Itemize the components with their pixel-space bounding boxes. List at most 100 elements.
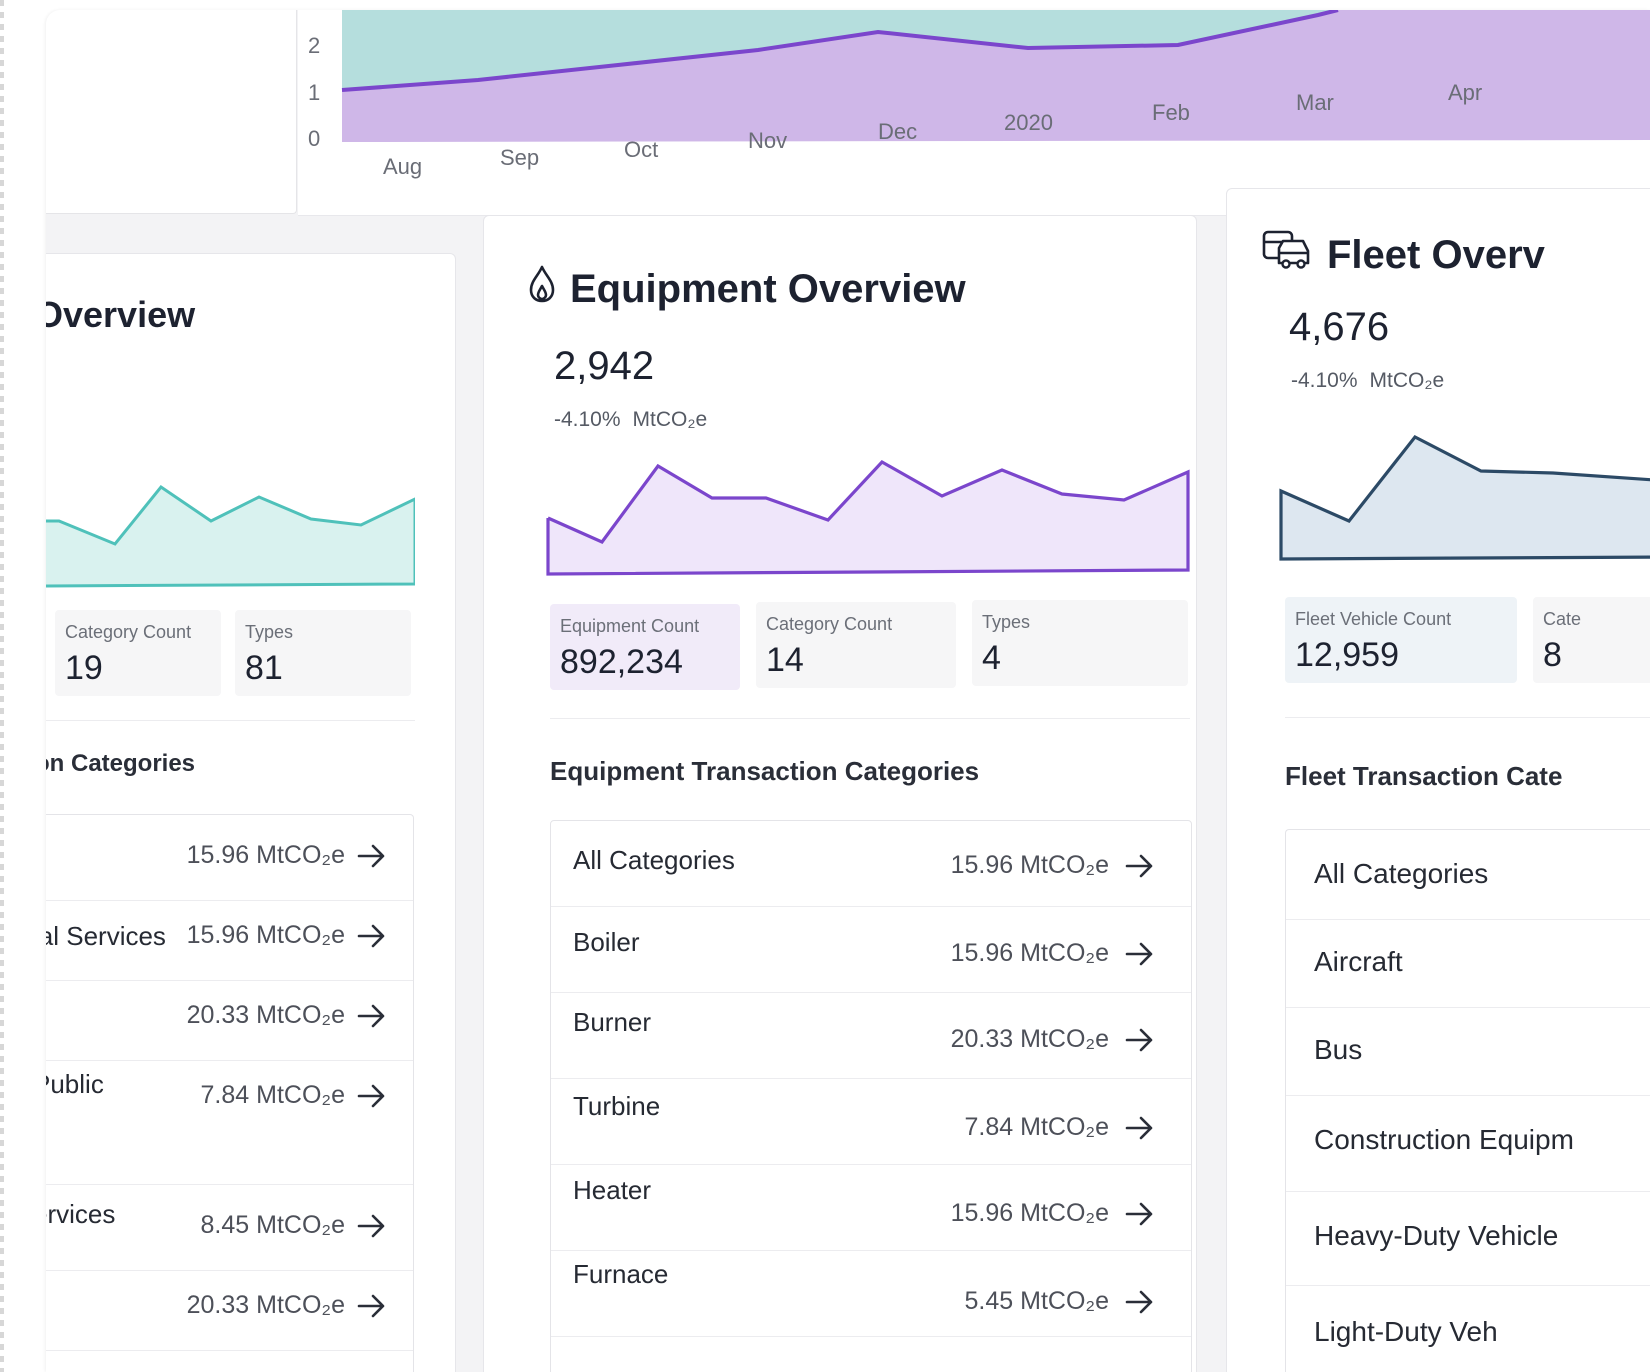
- stat-fleet-vehicle-count: Fleet Vehicle Count 12,959: [1285, 597, 1517, 683]
- fleet-sparkline: [1279, 434, 1650, 561]
- left-row-4[interactable]: Public 7.84 MtCO₂e: [46, 1055, 413, 1185]
- left-overview-card: Overview Category Count 19 Types 81 on C…: [46, 253, 456, 1372]
- equipment-row-turbine-amount: 7.84 MtCO₂e: [964, 1113, 1109, 1141]
- equipment-row-all-categories[interactable]: All Categories 15.96 MtCO₂e: [551, 821, 1191, 907]
- equipment-card-title: Equipment Overview: [528, 264, 966, 314]
- equipment-card-title-text: Equipment Overview: [570, 266, 966, 311]
- left-section-title: on Categories: [46, 750, 196, 777]
- fleet-row-all-categories[interactable]: All Categories: [1286, 830, 1650, 920]
- fleet-unit: MtCO₂e: [1369, 369, 1445, 392]
- fleet-card-title-text: Fleet Overv: [1327, 232, 1545, 277]
- arrow-right-icon[interactable]: [1125, 941, 1155, 967]
- left-row-5-name: ervices: [46, 1199, 116, 1229]
- y-tick-2: 2: [308, 33, 320, 58]
- x-tick-sep: Sep: [500, 145, 539, 170]
- fleet-delta: -4.10%: [1291, 369, 1358, 392]
- left-stat-category-count-value: 19: [65, 649, 103, 687]
- vehicles-icon: [1261, 229, 1313, 281]
- left-row-4-name: Public: [46, 1069, 104, 1099]
- equipment-row-heater-name: Heater: [573, 1175, 652, 1205]
- left-stat-types-label: Types: [245, 622, 294, 642]
- fleet-row-all-categories-name: All Categories: [1314, 858, 1489, 889]
- left-row-6[interactable]: 20.33 MtCO₂e: [46, 1265, 413, 1351]
- emissions-area-chart: 2 1 0 Aug Sep Oct Nov Dec 2020 Feb Mar A…: [298, 10, 1650, 216]
- equipment-row-all-categories-name: All Categories: [573, 845, 735, 875]
- arrow-right-icon[interactable]: [1125, 1115, 1155, 1141]
- stat-fleet-category-count-label: Cate: [1543, 609, 1582, 629]
- equipment-section-title: Equipment Transaction Categories: [550, 756, 980, 786]
- arrow-right-icon[interactable]: [1125, 1289, 1155, 1315]
- equipment-row-burner-name: Burner: [573, 1007, 652, 1037]
- page-edge: [0, 0, 4, 1372]
- y-tick-1: 1: [308, 80, 320, 105]
- fleet-total: 4,676: [1289, 305, 1390, 349]
- dashboard: 2 1 0 Aug Sep Oct Nov Dec 2020 Feb Mar A…: [46, 10, 1650, 1372]
- left-card-title-text: Overview: [46, 294, 196, 335]
- fleet-divider: [1285, 717, 1650, 718]
- x-tick-mar: Mar: [1296, 90, 1334, 115]
- stat-equipment-types-value: 4: [982, 639, 1001, 677]
- fleet-sparkline-area: [1281, 437, 1650, 559]
- equipment-row-turbine-name: Turbine: [573, 1091, 661, 1121]
- left-stat-types-value: 81: [245, 649, 283, 687]
- equipment-divider: [550, 718, 1190, 719]
- equipment-row-furnace-amount: 5.45 MtCO₂e: [964, 1287, 1109, 1315]
- equipment-row-heater[interactable]: Heater 15.96 MtCO₂e: [551, 1165, 1191, 1251]
- left-row-5[interactable]: ervices 8.45 MtCO₂e: [46, 1185, 413, 1271]
- x-tick-feb: Feb: [1152, 100, 1190, 125]
- stat-fleet-category-count-value: 8: [1543, 636, 1562, 674]
- equipment-unit: MtCO₂e: [632, 408, 708, 431]
- fleet-row-heavy-duty-vehicle[interactable]: Heavy-Duty Vehicle: [1286, 1192, 1650, 1286]
- x-tick-2020: 2020: [1004, 110, 1053, 135]
- left-category-list: 15.96 MtCO₂e ial Services 15.96 MtCO₂e 2…: [46, 814, 414, 1372]
- stat-equipment-types: Types 4: [972, 600, 1188, 686]
- left-sparkline-area: [46, 487, 415, 586]
- left-row-2[interactable]: ial Services 15.96 MtCO₂e: [46, 895, 413, 981]
- equipment-delta-line: -4.10% MtCO₂e: [554, 408, 707, 432]
- arrow-right-icon[interactable]: [357, 1213, 387, 1239]
- top-chart-panel: 2 1 0 Aug Sep Oct Nov Dec 2020 Feb Mar A…: [46, 10, 1650, 216]
- arrow-right-icon[interactable]: [357, 923, 387, 949]
- equipment-row-furnace-name: Furnace: [573, 1259, 669, 1289]
- fleet-row-bus[interactable]: Bus: [1286, 1008, 1650, 1096]
- equipment-row-turbine[interactable]: Turbine 7.84 MtCO₂e: [551, 1079, 1191, 1165]
- equipment-delta: -4.10%: [554, 408, 621, 431]
- equipment-category-list: All Categories 15.96 MtCO₂e Boiler 15.96…: [550, 820, 1192, 1372]
- left-row-3[interactable]: 20.33 MtCO₂e: [46, 975, 413, 1061]
- arrow-right-icon[interactable]: [357, 1083, 387, 1109]
- left-row-1[interactable]: 15.96 MtCO₂e: [46, 815, 413, 901]
- fleet-row-aircraft[interactable]: Aircraft: [1286, 920, 1650, 1008]
- equipment-row-boiler[interactable]: Boiler 15.96 MtCO₂e: [551, 907, 1191, 993]
- equipment-row-boiler-name: Boiler: [573, 927, 640, 957]
- stat-equipment-types-label: Types: [982, 612, 1031, 632]
- arrow-right-icon[interactable]: [357, 1003, 387, 1029]
- equipment-sparkline: [546, 459, 1190, 576]
- stat-equipment-count-value: 892,234: [560, 643, 683, 681]
- left-row-6-amount: 20.33 MtCO₂e: [186, 1291, 345, 1319]
- stat-fleet-vehicle-count-label: Fleet Vehicle Count: [1295, 609, 1452, 629]
- stat-equipment-category-count-value: 14: [766, 641, 804, 679]
- left-row-4-amount: 7.84 MtCO₂e: [200, 1081, 345, 1109]
- fleet-row-light-duty-vehicle[interactable]: Light-Duty Veh: [1286, 1286, 1650, 1372]
- left-row-2-name: ial Services: [46, 921, 166, 951]
- arrow-right-icon[interactable]: [357, 843, 387, 869]
- flame-icon: [528, 264, 556, 314]
- top-left-card: [46, 10, 297, 214]
- fleet-row-aircraft-name: Aircraft: [1314, 946, 1403, 977]
- arrow-right-icon[interactable]: [1125, 1027, 1155, 1053]
- left-sparkline: [46, 484, 415, 588]
- stat-equipment-category-count-label: Category Count: [766, 614, 893, 634]
- left-stat-types: Types 81: [235, 610, 411, 696]
- fleet-row-construction-equipment[interactable]: Construction Equipm: [1286, 1096, 1650, 1192]
- stat-equipment-count: Equipment Count 892,234: [550, 604, 740, 690]
- equipment-overview-card: Equipment Overview 2,942 -4.10% MtCO₂e Eq…: [483, 215, 1197, 1372]
- arrow-right-icon[interactable]: [357, 1293, 387, 1319]
- equipment-row-burner[interactable]: Burner 20.33 MtCO₂e: [551, 993, 1191, 1079]
- left-row-3-amount: 20.33 MtCO₂e: [186, 1001, 345, 1029]
- equipment-row-furnace[interactable]: Furnace 5.45 MtCO₂e: [551, 1251, 1191, 1337]
- arrow-right-icon[interactable]: [1125, 853, 1155, 879]
- x-tick-apr: Apr: [1448, 80, 1482, 105]
- arrow-right-icon[interactable]: [1125, 1201, 1155, 1227]
- left-card-title: Overview: [46, 294, 195, 336]
- left-divider: [46, 720, 415, 721]
